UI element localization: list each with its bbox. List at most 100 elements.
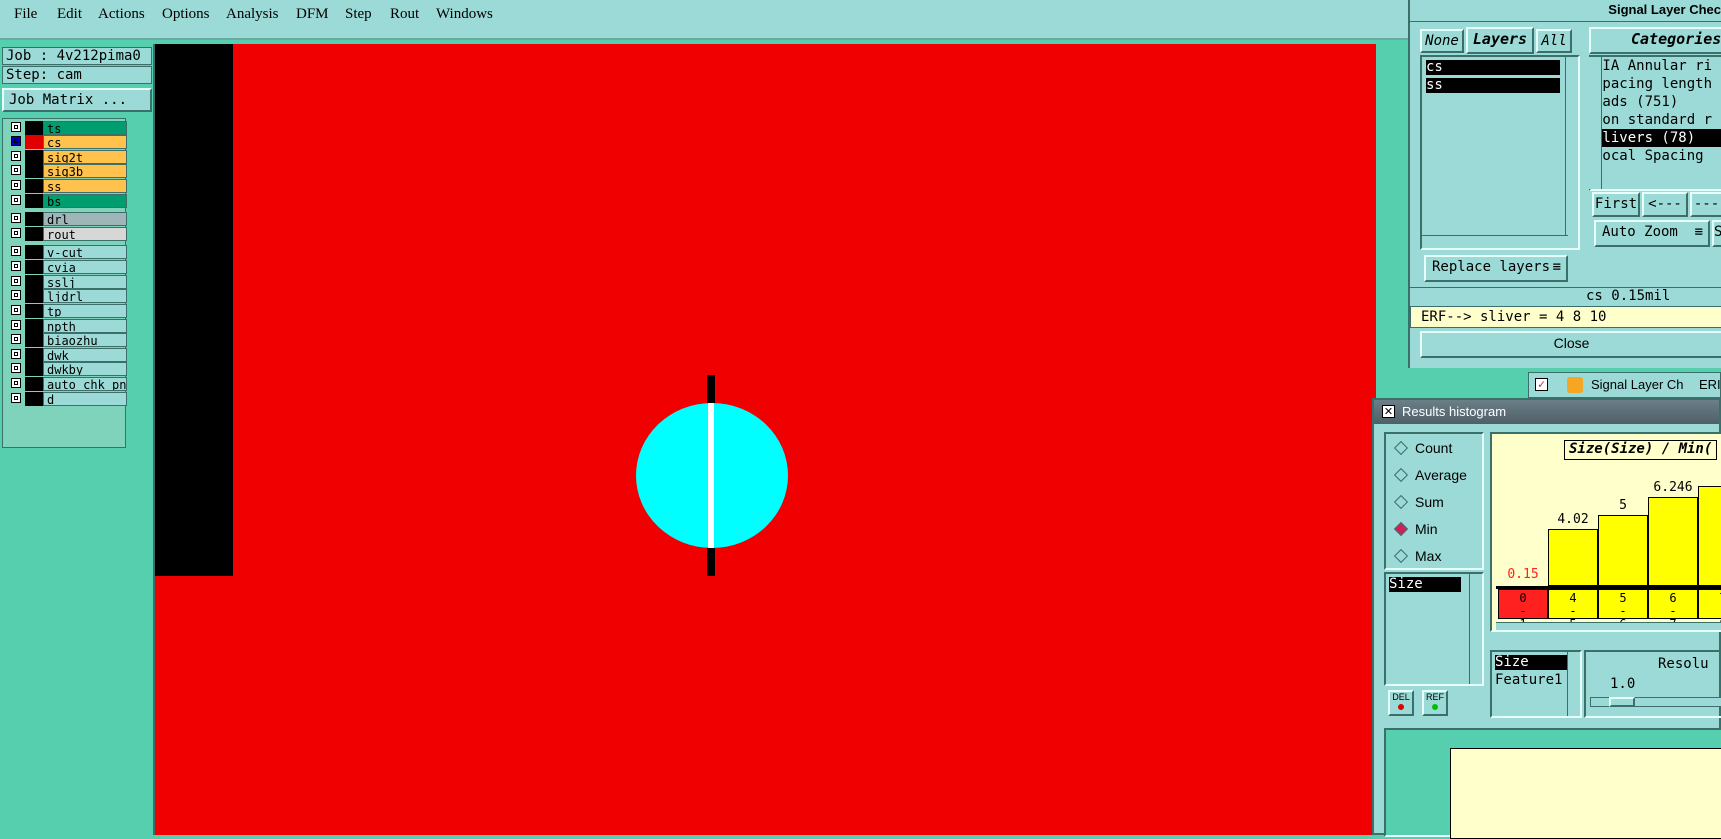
histogram-chart-area[interactable]: Size(Size) / Min( 0.150-14.024-555-66.24… bbox=[1490, 432, 1721, 632]
layer-checkbox[interactable] bbox=[11, 228, 21, 238]
category-item[interactable]: VIA Annular ri bbox=[1594, 57, 1721, 75]
layer-row-sslj[interactable]: sslj bbox=[5, 275, 127, 289]
layer-name[interactable]: ljdrl bbox=[43, 289, 127, 303]
close-icon[interactable]: ✕ bbox=[1382, 405, 1395, 418]
layer-row-auto_chk_pn[interactable]: auto_chk_pn bbox=[5, 377, 127, 391]
job-matrix-button[interactable]: Job Matrix ... bbox=[2, 88, 152, 112]
layer-row-drl[interactable]: drl bbox=[5, 212, 127, 226]
layer-row-bs[interactable]: bs bbox=[5, 194, 127, 208]
layer-name[interactable]: ss bbox=[43, 179, 127, 193]
layer-color-swatch[interactable] bbox=[25, 333, 43, 347]
categories-tab[interactable]: Categories bbox=[1589, 27, 1721, 54]
layer-items-list[interactable]: cs ss bbox=[1420, 55, 1580, 250]
category-item[interactable]: Non standard r bbox=[1594, 111, 1721, 129]
layer-name[interactable]: rout bbox=[43, 227, 127, 241]
layer-row-ss[interactable]: ss bbox=[5, 179, 127, 193]
mode-average-radio[interactable]: Average bbox=[1393, 467, 1467, 483]
layer-row-ljdrl[interactable]: ljdrl bbox=[5, 289, 127, 303]
layer-name[interactable]: sslj bbox=[43, 275, 127, 289]
mode-sum-radio[interactable]: Sum bbox=[1393, 494, 1444, 510]
layer-color-swatch[interactable] bbox=[25, 227, 43, 241]
layer-checkbox[interactable] bbox=[11, 305, 21, 315]
prev-button[interactable]: <--- bbox=[1642, 192, 1688, 217]
layer-name[interactable]: cs bbox=[43, 135, 127, 149]
bin-label[interactable]: 4-5 bbox=[1548, 589, 1598, 630]
size-vscroll[interactable] bbox=[1469, 574, 1482, 684]
menu-step[interactable]: Step bbox=[345, 6, 372, 23]
layer-checkbox[interactable] bbox=[11, 246, 21, 256]
del-button[interactable]: DEL bbox=[1388, 690, 1414, 716]
layer-color-swatch[interactable] bbox=[25, 164, 43, 178]
layer-checkbox[interactable] bbox=[11, 195, 21, 205]
layer-row-d[interactable]: d bbox=[5, 392, 127, 406]
layer-color-swatch[interactable] bbox=[25, 245, 43, 259]
bin-label[interactable]: 6-7 bbox=[1648, 589, 1698, 630]
replace-layers-dropdown[interactable]: Replace layers ≡ bbox=[1424, 255, 1568, 282]
attribute-list[interactable]: Size Feature1 bbox=[1490, 650, 1582, 718]
layer-row-sig3b[interactable]: sig3b bbox=[5, 164, 127, 178]
layer-color-swatch[interactable] bbox=[25, 289, 43, 303]
layer-color-swatch[interactable] bbox=[25, 150, 43, 164]
next-button[interactable]: --- bbox=[1690, 192, 1721, 217]
layer-row-tp[interactable]: tp bbox=[5, 304, 127, 318]
s-button[interactable]: S bbox=[1712, 220, 1721, 247]
bin-label[interactable]: 0-1 bbox=[1498, 589, 1548, 630]
layer-name[interactable]: dwk bbox=[43, 348, 127, 362]
layer-name[interactable]: sig3b bbox=[43, 164, 127, 178]
layer-checkbox[interactable] bbox=[11, 261, 21, 271]
sliver-gap[interactable] bbox=[708, 403, 714, 548]
ref-button[interactable]: REF bbox=[1422, 690, 1448, 716]
layer-checkbox[interactable] bbox=[11, 151, 21, 161]
layers-tab[interactable]: Layers bbox=[1466, 27, 1534, 54]
layer-checkbox[interactable] bbox=[11, 136, 21, 146]
histogram-bar[interactable] bbox=[1548, 529, 1598, 586]
layer-checkbox[interactable] bbox=[11, 349, 21, 359]
layer-name[interactable]: v-cut bbox=[43, 245, 127, 259]
attribute-item-size[interactable]: Size bbox=[1495, 655, 1567, 670]
histogram-bar[interactable] bbox=[1648, 497, 1698, 586]
layers-vscroll[interactable] bbox=[1565, 57, 1578, 235]
layer-name[interactable]: drl bbox=[43, 212, 127, 226]
layer-name[interactable]: d bbox=[43, 392, 127, 406]
slider-thumb[interactable] bbox=[1609, 697, 1635, 707]
size-list-item[interactable]: Size bbox=[1389, 577, 1461, 592]
layer-color-swatch[interactable] bbox=[25, 194, 43, 208]
layer-checkbox[interactable] bbox=[11, 213, 21, 223]
none-button[interactable]: None bbox=[1420, 29, 1464, 53]
layer-name[interactable]: auto_chk_pn bbox=[43, 377, 127, 391]
layer-color-swatch[interactable] bbox=[25, 260, 43, 274]
layer-color-swatch[interactable] bbox=[25, 212, 43, 226]
taskbar-extra-label[interactable]: ERI bbox=[1699, 377, 1721, 392]
layer-name[interactable]: npth bbox=[43, 319, 127, 333]
layer-row-ts[interactable]: ts bbox=[5, 121, 127, 135]
layer-checkbox[interactable] bbox=[11, 363, 21, 373]
category-item[interactable]: Pads (751) bbox=[1594, 93, 1721, 111]
layer-name[interactable]: cvia bbox=[43, 260, 127, 274]
layer-color-swatch[interactable] bbox=[25, 179, 43, 193]
layer-name[interactable]: tp bbox=[43, 304, 127, 318]
layer-checkbox[interactable] bbox=[11, 334, 21, 344]
layer-row-sig2t[interactable]: sig2t bbox=[5, 150, 127, 164]
layer-color-swatch[interactable] bbox=[25, 362, 43, 376]
menu-options[interactable]: Options bbox=[162, 6, 210, 23]
layer-row-cs[interactable]: cs bbox=[5, 135, 127, 149]
layer-item-ss[interactable]: ss bbox=[1426, 78, 1560, 93]
menu-rout[interactable]: Rout bbox=[390, 6, 419, 23]
layer-row-v-cut[interactable]: v-cut bbox=[5, 245, 127, 259]
first-button[interactable]: First bbox=[1592, 192, 1640, 217]
auto-zoom-dropdown[interactable]: Auto Zoom ≡ bbox=[1594, 220, 1710, 247]
layer-checkbox[interactable] bbox=[11, 393, 21, 403]
categories-vscroll[interactable] bbox=[1589, 57, 1602, 189]
layer-color-swatch[interactable] bbox=[25, 135, 43, 149]
categories-list[interactable]: VIA Annular ri Spacing length Pads (751)… bbox=[1589, 55, 1721, 191]
layer-row-biaozhu[interactable]: biaozhu bbox=[5, 333, 127, 347]
taskbar-window-label[interactable]: Signal Layer Ch bbox=[1591, 377, 1684, 392]
layer-item-cs[interactable]: cs bbox=[1426, 60, 1560, 75]
layer-color-swatch[interactable] bbox=[25, 392, 43, 406]
bin-label[interactable]: 5-6 bbox=[1598, 589, 1648, 630]
layer-color-swatch[interactable] bbox=[25, 304, 43, 318]
menu-dfm[interactable]: DFM bbox=[296, 6, 329, 23]
histogram-bar[interactable] bbox=[1698, 486, 1721, 586]
resolution-slider[interactable] bbox=[1590, 697, 1721, 707]
histogram-bar[interactable] bbox=[1598, 515, 1648, 586]
